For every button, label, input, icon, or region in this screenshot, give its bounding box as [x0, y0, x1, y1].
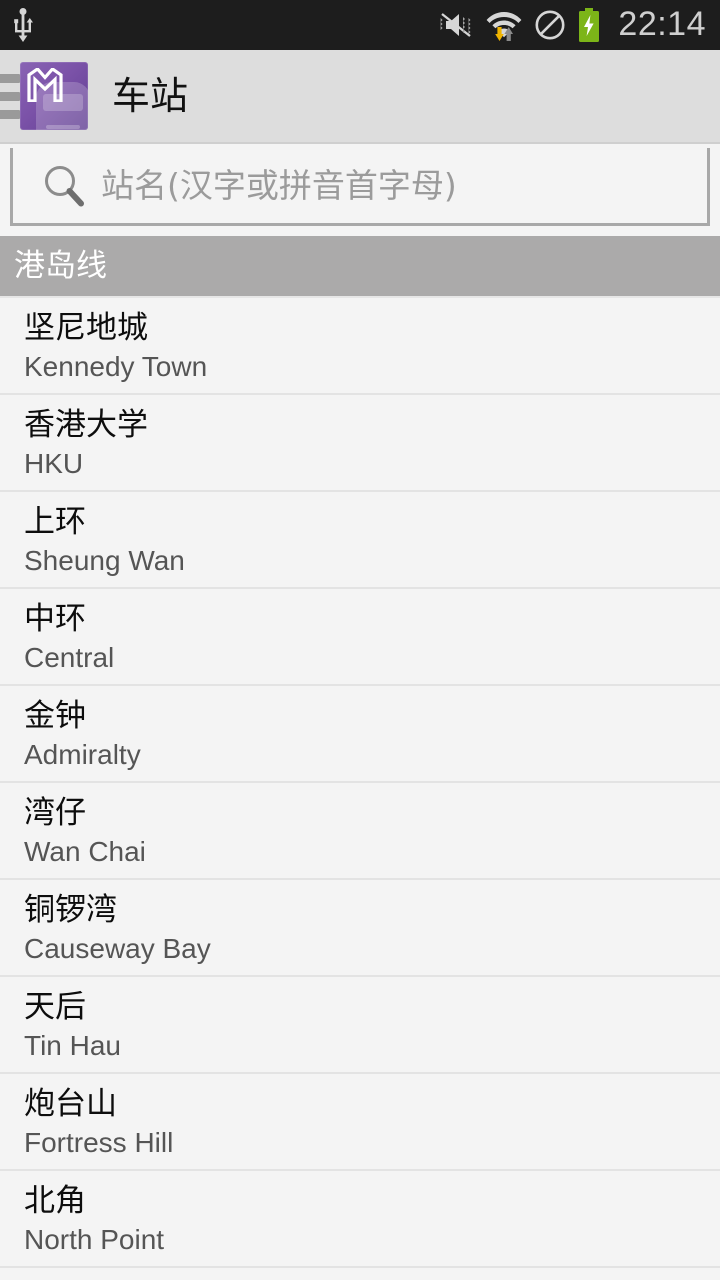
station-name-en: Kennedy Town [24, 350, 208, 382]
search-icon [45, 165, 84, 206]
station-name-en: Sheung Wan [24, 544, 185, 576]
station-name-cn: 坚尼地城 [24, 310, 148, 346]
station-name-cn: 香港大学 [24, 407, 148, 443]
station-name-cn: 金钟 [24, 698, 86, 734]
station-name-en: North Point [24, 1223, 165, 1255]
station-name-cn: 铜锣湾 [24, 892, 117, 928]
station-row[interactable]: 天后 Tin Hau [0, 977, 720, 1074]
station-row[interactable]: 香港大学 HKU [0, 395, 720, 492]
station-row[interactable]: 北角 North Point [0, 1171, 720, 1268]
navigation-drawer-icon[interactable] [0, 73, 20, 119]
station-name-en: Causeway Bay [24, 932, 211, 964]
station-list[interactable]: 坚尼地城 Kennedy Town 香港大学 HKU 上环 Sheung Wan 中环 Cen… [0, 298, 720, 1268]
station-name-en: Wan Chai [24, 835, 146, 867]
station-name-cn: 炮台山 [24, 1086, 117, 1122]
mtr-m-logo-icon [27, 68, 63, 102]
station-row[interactable]: 炮台山 Fortress Hill [0, 1074, 720, 1171]
battery-charging-icon [579, 8, 600, 42]
station-name-en: Tin Hau [24, 1029, 122, 1061]
station-name-en: Fortress Hill [24, 1126, 174, 1158]
station-name-cn: 中环 [24, 601, 86, 637]
status-bar: 22:14 [0, 0, 720, 50]
station-row[interactable]: 上环 Sheung Wan [0, 492, 720, 589]
station-row[interactable]: 铜锣湾 Causeway Bay [0, 880, 720, 977]
section-header-line: 港岛线 [0, 236, 720, 298]
station-name-en: Admiralty [24, 738, 141, 770]
station-name-en: HKU [24, 447, 84, 479]
search-bar: 站名(汉字或拼音首字母) [0, 144, 720, 236]
status-bar-left-icons [10, 8, 36, 42]
section-header-label: 港岛线 [14, 247, 107, 284]
do-not-disturb-icon [535, 10, 565, 40]
station-name-cn: 上环 [24, 504, 86, 540]
station-name-cn: 湾仔 [24, 795, 86, 831]
action-bar: 车站 [0, 50, 720, 144]
search-placeholder: 站名(汉字或拼音首字母) [101, 166, 457, 205]
station-row[interactable]: 中环 Central [0, 589, 720, 686]
volume-mute-vibrate-icon [441, 13, 472, 37]
wifi-signal-icon [487, 12, 522, 41]
station-name-en: Central [24, 641, 115, 673]
station-name-cn: 天后 [24, 989, 86, 1025]
search-input[interactable]: 站名(汉字或拼音首字母) [10, 148, 710, 226]
mtr-app-icon[interactable] [20, 62, 88, 130]
station-row[interactable]: 坚尼地城 Kennedy Town [0, 298, 720, 395]
station-name-cn: 北角 [24, 1183, 86, 1219]
status-bar-clock: 22:14 [618, 5, 706, 43]
usb-icon [14, 8, 33, 42]
status-bar-right-icons: 22:14 [440, 7, 706, 43]
station-row[interactable]: 湾仔 Wan Chai [0, 783, 720, 880]
station-row[interactable]: 金钟 Admiralty [0, 686, 720, 783]
page-title: 车站 [112, 74, 189, 118]
